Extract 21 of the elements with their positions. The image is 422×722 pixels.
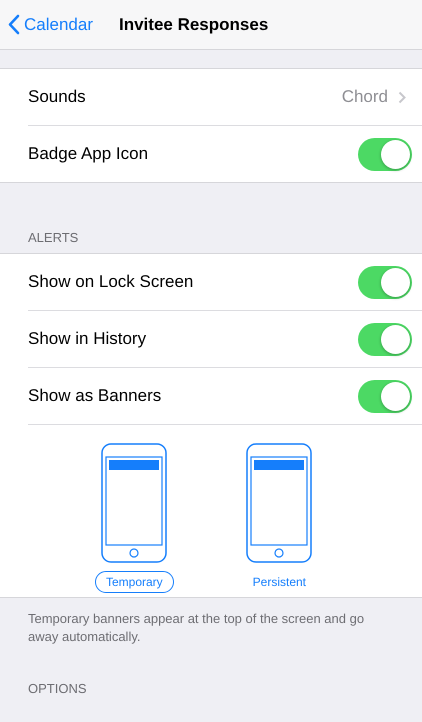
section-header: OPTIONS [28, 681, 87, 696]
page-title: Invitee Responses [119, 14, 268, 34]
banner-style-option[interactable]: Temporary [94, 571, 174, 593]
banner-style-option[interactable]: Persistent [242, 571, 318, 593]
footer-note: Temporary banners appear at the top of the screen and go away automatically. [27, 610, 366, 646]
chevron-left-icon [8, 14, 20, 35]
toggle-switch[interactable] [358, 266, 412, 298]
row-label: Sounds [28, 87, 86, 107]
phone-icon [101, 443, 168, 563]
row-value[interactable]: Chord [342, 87, 388, 107]
phone-icon [246, 443, 312, 563]
row-label: Show on Lock Screen [28, 272, 194, 292]
toggle-switch[interactable] [358, 380, 412, 412]
section-header: ALERTS [28, 230, 78, 245]
row-label: Show as Banners [28, 386, 162, 406]
chevron-right-icon [398, 90, 406, 104]
row-label: Badge App Icon [28, 144, 148, 164]
toggle-switch[interactable] [358, 138, 412, 170]
row-label: Show in History [28, 329, 146, 349]
back-link[interactable]: Calendar [8, 14, 93, 35]
toggle-switch[interactable] [358, 322, 412, 356]
